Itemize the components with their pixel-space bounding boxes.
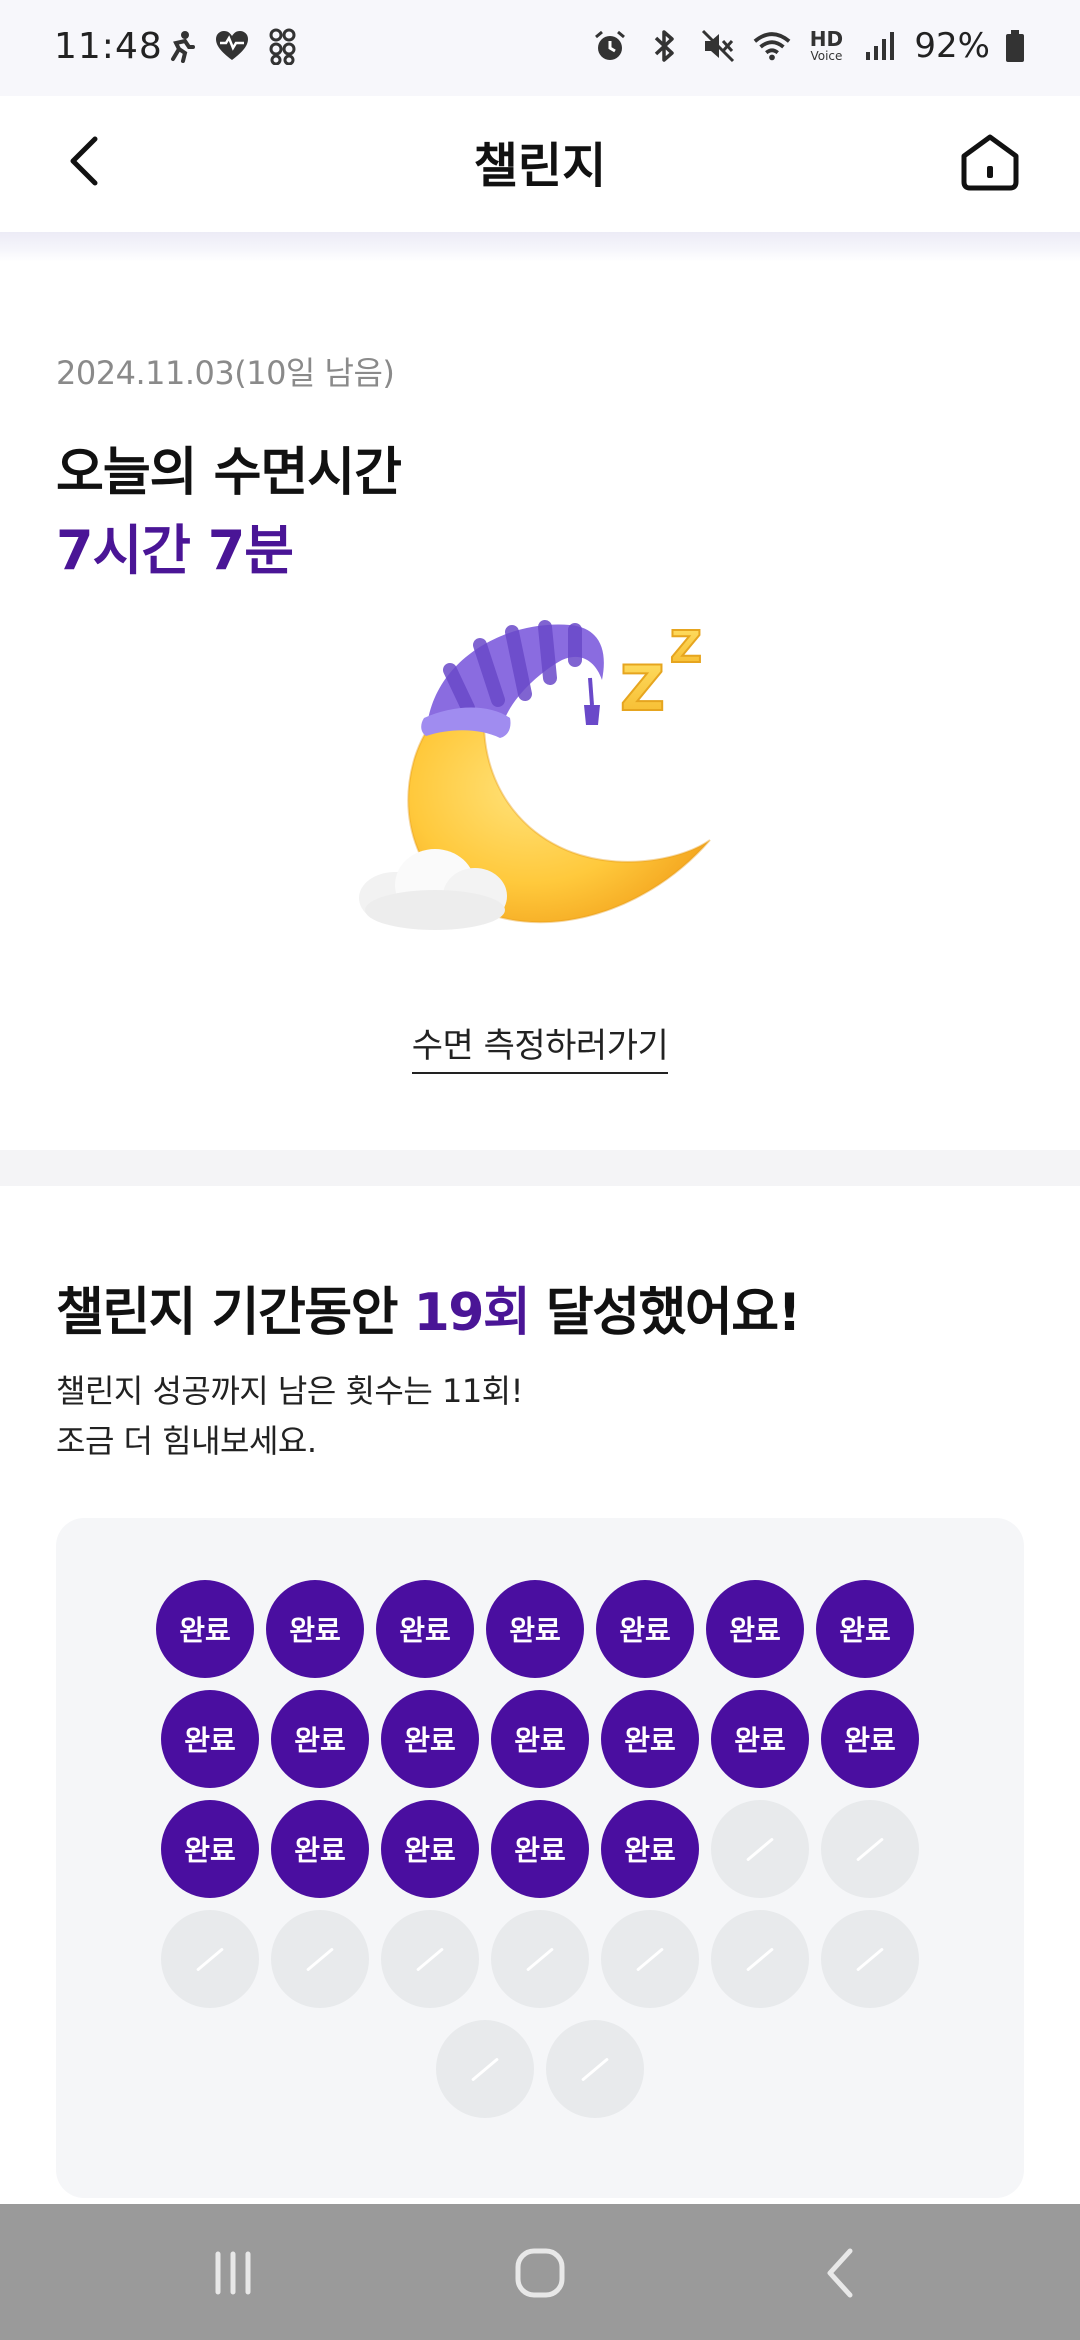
home-circle-icon bbox=[515, 2248, 565, 2298]
bluetooth-icon bbox=[644, 26, 684, 66]
slash-icon bbox=[856, 1946, 884, 1972]
svg-text:Z: Z bbox=[670, 622, 702, 673]
hd-label: HD bbox=[809, 27, 844, 51]
battery-percent: 92% bbox=[914, 26, 990, 66]
slash-icon bbox=[306, 1946, 334, 1972]
achievement-count: 19회 bbox=[413, 1283, 531, 1343]
stamp-completed: 완료 bbox=[161, 1800, 259, 1898]
stamp-completed: 완료 bbox=[601, 1800, 699, 1898]
challenge-date: 2024.11.03(10일 남음) bbox=[56, 354, 395, 392]
stamp-empty bbox=[821, 1910, 919, 2008]
hd-voice-icon: HD Voice bbox=[806, 26, 846, 66]
stamp-empty bbox=[491, 1910, 589, 2008]
home-button[interactable] bbox=[950, 122, 1030, 202]
stamp-completed: 완료 bbox=[816, 1580, 914, 1678]
achievement-title-suffix: 달성했어요! bbox=[529, 1283, 801, 1343]
mute-icon bbox=[698, 26, 738, 66]
slash-icon bbox=[581, 2056, 609, 2082]
stamp-empty bbox=[711, 1800, 809, 1898]
back-icon bbox=[827, 2248, 853, 2298]
app-header: 챌린지 bbox=[0, 96, 1080, 234]
stamp-empty bbox=[381, 1910, 479, 2008]
stamp-grid-panel: 완료 완료 완료 완료 완료 완료 완료 완료 완료 완료 완료 완료 완료 완료 완료 완료 완료 완료 완료 bbox=[56, 1518, 1024, 2198]
measure-sleep-link[interactable]: 수면 측정하러가기 bbox=[0, 1018, 1080, 1074]
stamp-completed: 완료 bbox=[271, 1690, 369, 1788]
stamp-completed: 완료 bbox=[381, 1800, 479, 1898]
section-divider bbox=[0, 1150, 1080, 1186]
achievement-title: 챌린지 기간동안 19회 달성했어요! bbox=[56, 1270, 801, 1345]
sleep-title: 오늘의 수면시간 bbox=[56, 443, 402, 503]
sleeping-moon-illustration: Z Z bbox=[340, 600, 750, 940]
svg-text:Z: Z bbox=[620, 652, 665, 725]
stamp-completed: 완료 bbox=[156, 1580, 254, 1678]
recent-apps-icon bbox=[215, 2251, 251, 2295]
stamp-completed: 완료 bbox=[381, 1690, 479, 1788]
stamp-completed: 완료 bbox=[486, 1580, 584, 1678]
achievement-desc-line1: 챌린지 성공까지 남은 횟수는 11회! bbox=[56, 1372, 523, 1410]
achievement-description: 챌린지 성공까지 남은 횟수는 11회! 조금 더 힘내보세요. bbox=[56, 1366, 523, 1466]
sleep-duration: 7시간 7분 bbox=[56, 519, 294, 582]
stamp-empty bbox=[271, 1910, 369, 2008]
stamp-completed: 완료 bbox=[601, 1690, 699, 1788]
slash-icon bbox=[746, 1836, 774, 1862]
stamp-empty bbox=[711, 1910, 809, 2008]
achievement-title-prefix: 챌린지 기간동안 bbox=[56, 1283, 414, 1343]
slash-icon bbox=[636, 1946, 664, 1972]
system-nav-bar bbox=[0, 2204, 1080, 2340]
stamp-empty bbox=[821, 1800, 919, 1898]
stamp-completed: 완료 bbox=[596, 1580, 694, 1678]
header-shadow bbox=[0, 232, 1080, 262]
slash-icon bbox=[746, 1946, 774, 1972]
status-right-icons: HD Voice 92% bbox=[590, 26, 1026, 66]
measure-sleep-link-label[interactable]: 수면 측정하러가기 bbox=[411, 1026, 669, 1074]
slash-icon bbox=[471, 2056, 499, 2082]
running-icon bbox=[160, 26, 200, 66]
slash-icon bbox=[416, 1946, 444, 1972]
stamp-empty bbox=[161, 1910, 259, 2008]
back-nav-button[interactable] bbox=[805, 2238, 875, 2308]
status-left-icons bbox=[160, 26, 304, 66]
stamp-empty bbox=[436, 2020, 534, 2118]
stamp-completed: 완료 bbox=[491, 1800, 589, 1898]
stamp-completed: 완료 bbox=[711, 1690, 809, 1788]
slash-icon bbox=[856, 1836, 884, 1862]
stamp-completed: 완료 bbox=[491, 1690, 589, 1788]
alarm-icon bbox=[590, 26, 630, 66]
status-time: 11:48 bbox=[54, 26, 163, 67]
page-title: 챌린지 bbox=[473, 138, 607, 194]
achievement-desc-line2: 조금 더 힘내보세요. bbox=[56, 1422, 317, 1460]
home-icon bbox=[961, 134, 1019, 191]
battery-icon bbox=[1004, 26, 1026, 66]
heart-icon bbox=[212, 26, 252, 66]
stamp-empty bbox=[601, 1910, 699, 2008]
slash-icon bbox=[196, 1946, 224, 1972]
status-bar: 11:48 HD Voice 92% bbox=[0, 0, 1080, 96]
stamp-completed: 완료 bbox=[821, 1690, 919, 1788]
stamp-empty bbox=[546, 2020, 644, 2118]
recent-apps-button[interactable] bbox=[198, 2238, 268, 2308]
slash-icon bbox=[526, 1946, 554, 1972]
home-nav-button[interactable] bbox=[505, 2238, 575, 2308]
wifi-icon bbox=[752, 26, 792, 66]
voice-label: Voice bbox=[810, 49, 843, 63]
stamp-completed: 완료 bbox=[161, 1690, 259, 1788]
apps-icon bbox=[264, 26, 304, 66]
stamp-completed: 완료 bbox=[706, 1580, 804, 1678]
stamp-completed: 완료 bbox=[271, 1800, 369, 1898]
stamp-completed: 완료 bbox=[376, 1580, 474, 1678]
signal-icon bbox=[860, 26, 900, 66]
stamp-completed: 완료 bbox=[266, 1580, 364, 1678]
